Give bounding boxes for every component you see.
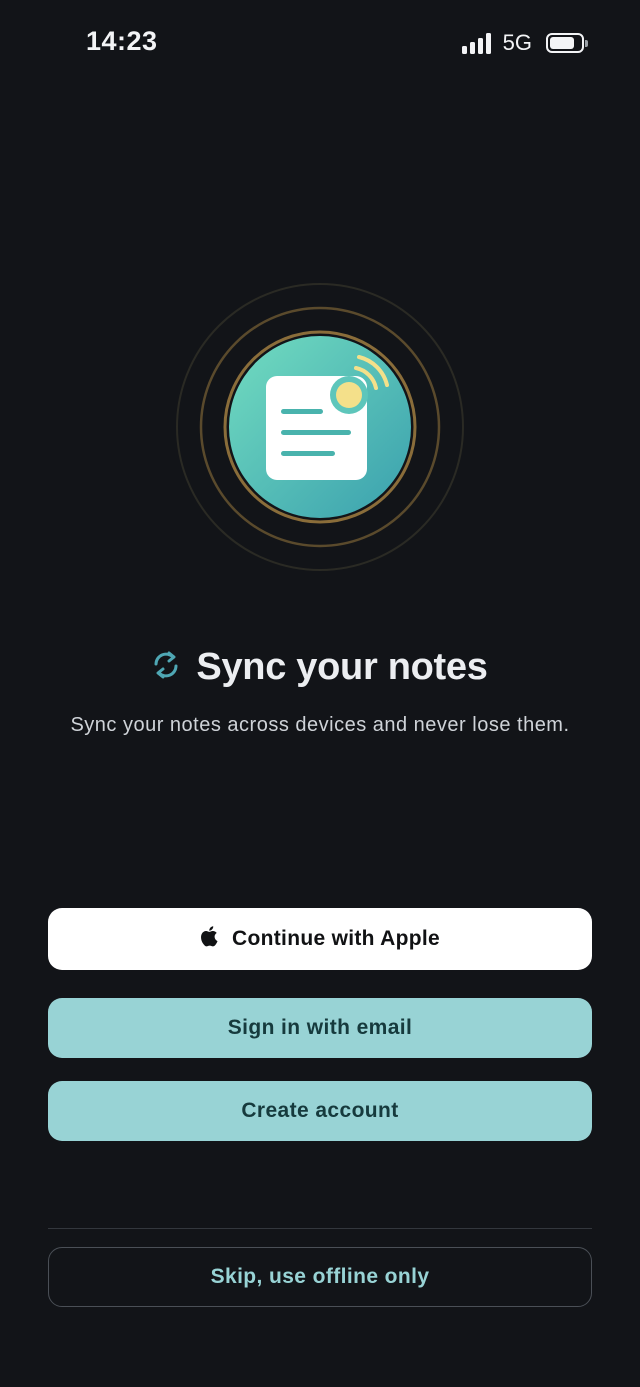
continue-with-apple-button[interactable]: Continue with Apple [48, 908, 592, 970]
create-account-button[interactable]: Create account [48, 1081, 592, 1141]
status-indicators: 5G [461, 30, 588, 56]
page-title: Sync your notes [196, 646, 488, 688]
title-row: Sync your notes [0, 646, 640, 689]
network-type: 5G [502, 30, 532, 55]
continue-with-apple-label: Continue with Apple [232, 927, 440, 950]
note-sync-illustration [176, 283, 464, 571]
skip-offline-button[interactable]: Skip, use offline only [48, 1247, 592, 1307]
page-subtitle: Sync your notes across devices and never… [70, 714, 570, 736]
battery-icon [546, 33, 588, 53]
status-bar: 14:23 5G [0, 0, 640, 88]
create-account-label: Create account [241, 1099, 399, 1122]
cellular-signal-icon [461, 32, 491, 54]
onboarding-sync-screen: 14:23 5G Sync your notes Sync your notes… [0, 0, 640, 1387]
divider [48, 1228, 592, 1229]
sync-icon [152, 650, 180, 685]
sign-in-with-email-button[interactable]: Sign in with email [48, 998, 592, 1058]
skip-offline-label: Skip, use offline only [210, 1265, 430, 1288]
apple-logo-icon [200, 925, 218, 953]
hero-illustration [175, 282, 465, 572]
sign-in-with-email-label: Sign in with email [227, 1016, 413, 1039]
status-time: 14:23 [86, 26, 158, 56]
